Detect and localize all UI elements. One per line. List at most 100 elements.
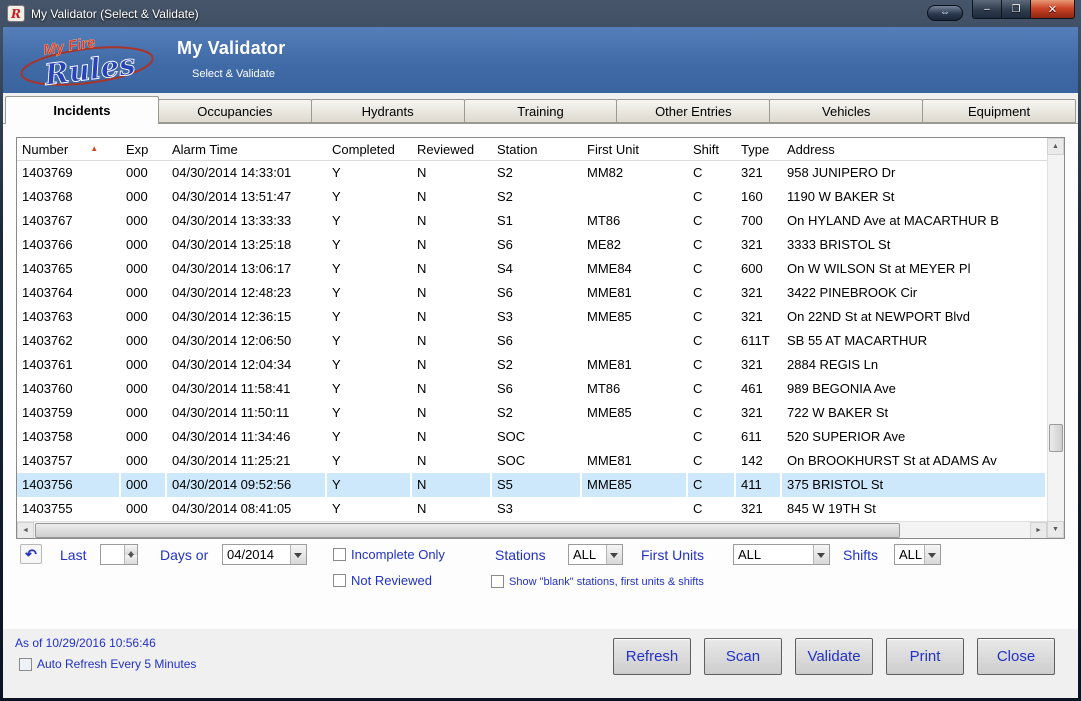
table-cell: 3333 BRISTOL St	[782, 233, 1047, 257]
table-cell: Y	[327, 305, 412, 329]
close-window-button[interactable]: ✕	[1030, 0, 1075, 19]
not-reviewed-checkbox[interactable]: Not Reviewed	[333, 573, 432, 588]
column-header-station[interactable]: Station	[492, 142, 582, 157]
hscroll-thumb[interactable]	[35, 523, 900, 538]
shifts-select[interactable]: ALL	[894, 544, 941, 565]
table-cell: 321	[736, 401, 782, 425]
table-cell: 000	[121, 281, 167, 305]
undo-button[interactable]: ↶	[20, 544, 42, 564]
table-row[interactable]: 140376200004/30/2014 12:06:50YNS6C611TSB…	[17, 329, 1047, 353]
maximize-button[interactable]: ❐	[1001, 0, 1030, 19]
table-cell: 321	[736, 233, 782, 257]
tab-equipment[interactable]: Equipment	[922, 99, 1076, 123]
checkbox-box	[19, 658, 32, 671]
validate-button[interactable]: Validate	[795, 638, 873, 675]
month-select[interactable]: 04/2014	[222, 544, 307, 565]
column-header-reviewed[interactable]: Reviewed	[412, 142, 492, 157]
table-cell: 04/30/2014 12:36:15	[167, 305, 327, 329]
table-cell: 04/30/2014 13:51:47	[167, 185, 327, 209]
close-button[interactable]: Close	[977, 638, 1055, 675]
vscroll-thumb[interactable]	[1049, 424, 1063, 452]
table-row[interactable]: 140376000004/30/2014 11:58:41YNS6MT86C46…	[17, 377, 1047, 401]
table-cell: C	[688, 185, 736, 209]
stations-select[interactable]: ALL	[568, 544, 623, 565]
auto-refresh-label: Auto Refresh Every 5 Minutes	[37, 657, 196, 671]
table-cell: SOC	[492, 425, 582, 449]
scroll-right-icon[interactable]: ►	[1030, 522, 1047, 538]
table-cell: N	[412, 257, 492, 281]
spin-down-icon[interactable]	[125, 555, 137, 565]
table-row[interactable]: 140376300004/30/2014 12:36:15YNS3MME85C3…	[17, 305, 1047, 329]
table-cell: C	[688, 281, 736, 305]
scroll-up-icon[interactable]: ▲	[1047, 138, 1064, 155]
print-button[interactable]: Print	[886, 638, 964, 675]
tab-incidents[interactable]: Incidents	[5, 96, 159, 124]
dropdown-arrow-icon[interactable]	[606, 545, 622, 564]
vertical-scrollbar[interactable]: ▲ ▼	[1047, 138, 1064, 538]
table-cell: 700	[736, 209, 782, 233]
minimize-button[interactable]: –	[972, 0, 1001, 19]
table-row[interactable]: 140376500004/30/2014 13:06:17YNS4MME84C6…	[17, 257, 1047, 281]
tab-hydrants[interactable]: Hydrants	[311, 99, 465, 123]
table-cell: On 22ND St at NEWPORT Blvd	[782, 305, 1047, 329]
table-row[interactable]: 140375700004/30/2014 11:25:21YNSOCMME81C…	[17, 449, 1047, 473]
table-row[interactable]: 140376100004/30/2014 12:04:34YNS2MME81C3…	[17, 353, 1047, 377]
tab-strip: IncidentsOccupanciesHydrantsTrainingOthe…	[3, 93, 1078, 123]
table-cell: C	[688, 353, 736, 377]
refresh-button[interactable]: Refresh	[613, 638, 691, 675]
column-header-completed[interactable]: Completed	[327, 142, 412, 157]
checkbox-box	[333, 574, 346, 587]
auto-refresh-checkbox[interactable]: Auto Refresh Every 5 Minutes	[19, 657, 196, 671]
column-header-first-unit[interactable]: First Unit	[582, 142, 688, 157]
column-header-exp[interactable]: Exp	[121, 142, 167, 157]
main-panel: Number▲ExpAlarm TimeCompletedReviewedSta…	[3, 123, 1078, 629]
table-cell: 321	[736, 161, 782, 185]
table-row[interactable]: 140376700004/30/2014 13:33:33YNS1MT86C70…	[17, 209, 1047, 233]
dropdown-arrow-icon[interactable]	[924, 545, 940, 564]
tab-occupancies[interactable]: Occupancies	[158, 99, 312, 123]
column-header-number[interactable]: Number▲	[17, 142, 121, 157]
table-cell: N	[412, 377, 492, 401]
table-row[interactable]: 140376800004/30/2014 13:51:47YNS2C160119…	[17, 185, 1047, 209]
table-cell: 04/30/2014 11:58:41	[167, 377, 327, 401]
table-cell: 04/30/2014 12:48:23	[167, 281, 327, 305]
tab-vehicles[interactable]: Vehicles	[769, 99, 923, 123]
incomplete-only-checkbox[interactable]: Incomplete Only	[333, 547, 445, 562]
first-units-select[interactable]: ALL	[733, 544, 830, 565]
incident-table-body: 140376900004/30/2014 14:33:01YNS2MM82C32…	[17, 161, 1047, 521]
table-cell: 04/30/2014 09:52:56	[167, 473, 327, 497]
table-cell: MT86	[582, 377, 688, 401]
scroll-down-icon[interactable]: ▼	[1047, 521, 1064, 538]
last-days-input[interactable]	[100, 544, 138, 565]
tab-training[interactable]: Training	[464, 99, 618, 123]
table-cell: 04/30/2014 11:25:21	[167, 449, 327, 473]
app-header: My Fire Rules My Validator Select & Vali…	[3, 27, 1078, 93]
scroll-left-icon[interactable]: ◄	[17, 522, 34, 538]
column-header-address[interactable]: Address	[782, 142, 1047, 157]
table-row[interactable]: 140375600004/30/2014 09:52:56YNS5MME85C4…	[17, 473, 1047, 497]
table-row[interactable]: 140375800004/30/2014 11:34:46YNSOCC61152…	[17, 425, 1047, 449]
table-row[interactable]: 140376600004/30/2014 13:25:18YNS6ME82C32…	[17, 233, 1047, 257]
table-cell: N	[412, 449, 492, 473]
column-header-type[interactable]: Type	[736, 142, 782, 157]
horizontal-scrollbar[interactable]: ◄ ►	[17, 521, 1047, 538]
dropdown-arrow-icon[interactable]	[813, 545, 829, 564]
show-blank-checkbox[interactable]: Show "blank" stations, first units & shi…	[491, 575, 704, 588]
table-cell: S6	[492, 281, 582, 305]
resize-pill-button[interactable]: ⇔	[927, 5, 963, 21]
table-cell: ME82	[582, 233, 688, 257]
scan-button[interactable]: Scan	[704, 638, 782, 675]
table-row[interactable]: 140376900004/30/2014 14:33:01YNS2MM82C32…	[17, 161, 1047, 185]
dropdown-arrow-icon[interactable]	[290, 545, 306, 564]
table-cell: C	[688, 233, 736, 257]
table-cell: N	[412, 401, 492, 425]
table-cell: 1403760	[17, 377, 121, 401]
tab-other-entries[interactable]: Other Entries	[616, 99, 770, 123]
shifts-select-value: ALL	[895, 545, 924, 564]
table-row[interactable]: 140375500004/30/2014 08:41:05YNS3C321845…	[17, 497, 1047, 521]
table-row[interactable]: 140375900004/30/2014 11:50:11YNS2MME85C3…	[17, 401, 1047, 425]
table-cell: N	[412, 497, 492, 521]
column-header-shift[interactable]: Shift	[688, 142, 736, 157]
table-row[interactable]: 140376400004/30/2014 12:48:23YNS6MME81C3…	[17, 281, 1047, 305]
column-header-alarm-time[interactable]: Alarm Time	[167, 142, 327, 157]
